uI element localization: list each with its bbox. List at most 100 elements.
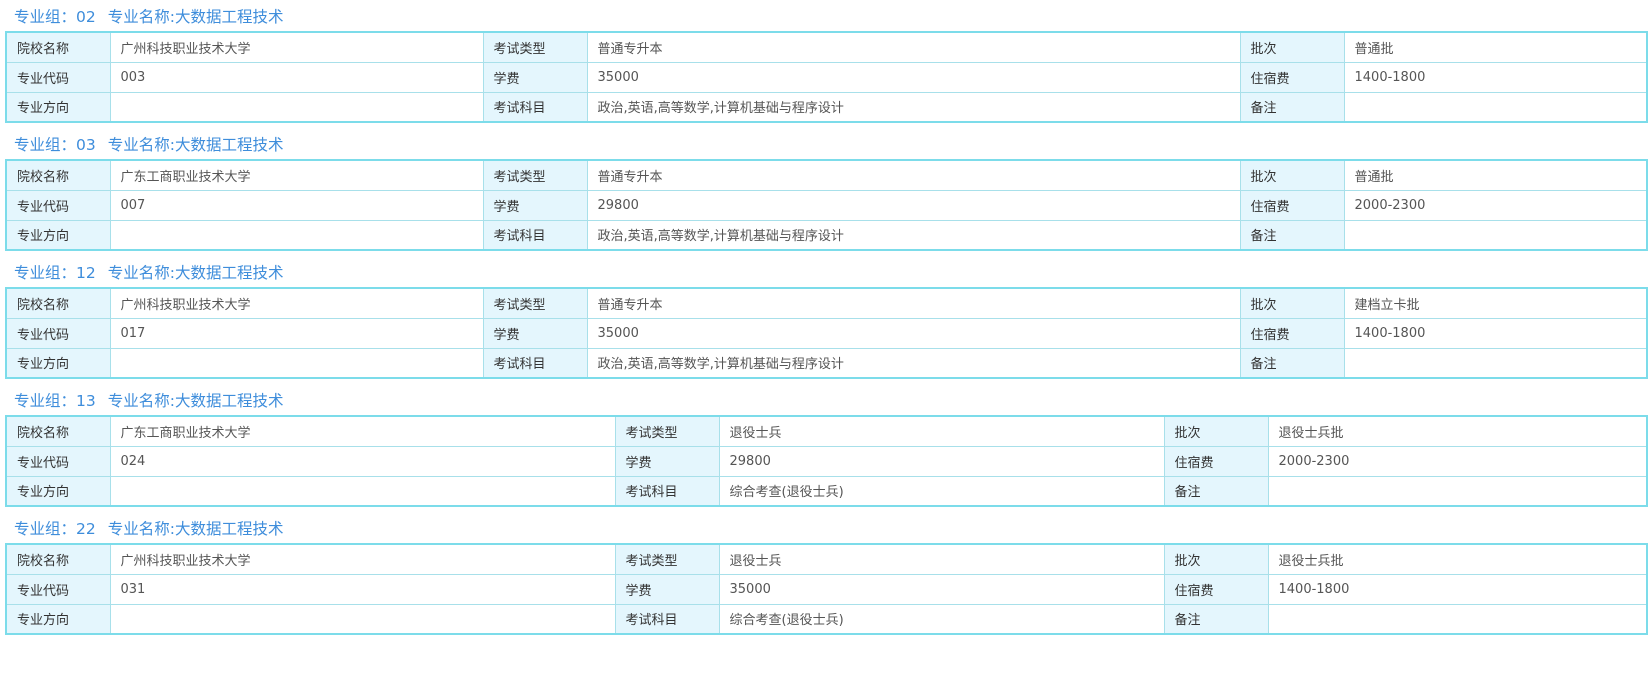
remark-value bbox=[1343, 219, 1648, 251]
exam-type-label: 考试类型 bbox=[482, 287, 588, 319]
school-label: 院校名称 bbox=[5, 543, 111, 575]
exam-type-value: 退役士兵 bbox=[718, 415, 1165, 447]
dorm-fee-label: 住宿费 bbox=[1239, 317, 1345, 349]
exam-type-value: 普通专升本 bbox=[586, 287, 1241, 319]
table-row: 专业方向 考试科目 政治,英语,高等数学,计算机基础与程序设计 备注 bbox=[5, 91, 1648, 123]
major-info-table: 院校名称 广州科技职业技术大学 考试类型 退役士兵 批次 退役士兵批 专业代码 … bbox=[5, 543, 1648, 635]
group-title: 专业组：02 专业名称:大数据工程技术 bbox=[14, 7, 283, 27]
remark-label: 备注 bbox=[1239, 91, 1345, 123]
major-code-value: 031 bbox=[109, 573, 616, 605]
batch-label: 批次 bbox=[1239, 287, 1345, 319]
dorm-fee-label: 住宿费 bbox=[1239, 61, 1345, 93]
direction-value bbox=[109, 91, 484, 123]
exam-type-value: 普通专升本 bbox=[586, 159, 1241, 191]
major-name: 专业名称:大数据工程技术 bbox=[107, 264, 284, 282]
tuition-label: 学费 bbox=[482, 61, 588, 93]
subjects-value: 政治,英语,高等数学,计算机基础与程序设计 bbox=[586, 347, 1241, 379]
batch-value: 退役士兵批 bbox=[1267, 415, 1648, 447]
tuition-value: 35000 bbox=[718, 573, 1165, 605]
table-row: 专业方向 考试科目 政治,英语,高等数学,计算机基础与程序设计 备注 bbox=[5, 219, 1648, 251]
table-row: 专业代码 031 学费 35000 住宿费 1400-1800 bbox=[5, 573, 1648, 605]
direction-label: 专业方向 bbox=[5, 347, 111, 379]
remark-value bbox=[1267, 603, 1648, 635]
exam-type-value: 退役士兵 bbox=[718, 543, 1165, 575]
dorm-fee-label: 住宿费 bbox=[1163, 573, 1269, 605]
direction-value bbox=[109, 603, 616, 635]
tuition-value: 35000 bbox=[586, 317, 1241, 349]
dorm-fee-value: 1400-1800 bbox=[1267, 573, 1648, 605]
batch-value: 普通批 bbox=[1343, 31, 1648, 63]
remark-value bbox=[1343, 91, 1648, 123]
remark-value bbox=[1267, 475, 1648, 507]
table-row: 专业方向 考试科目 综合考查(退役士兵) 备注 bbox=[5, 603, 1648, 635]
major-code-value: 017 bbox=[109, 317, 484, 349]
school-label: 院校名称 bbox=[5, 415, 111, 447]
major-code-label: 专业代码 bbox=[5, 189, 111, 221]
batch-label: 批次 bbox=[1163, 415, 1269, 447]
major-name: 专业名称:大数据工程技术 bbox=[107, 136, 284, 154]
direction-value bbox=[109, 475, 616, 507]
major-code-value: 007 bbox=[109, 189, 484, 221]
batch-value: 普通批 bbox=[1343, 159, 1648, 191]
subjects-label: 考试科目 bbox=[614, 603, 720, 635]
school-label: 院校名称 bbox=[5, 31, 111, 63]
table-row: 专业代码 003 学费 35000 住宿费 1400-1800 bbox=[5, 61, 1648, 93]
tuition-label: 学费 bbox=[614, 573, 720, 605]
exam-type-label: 考试类型 bbox=[482, 159, 588, 191]
major-code-label: 专业代码 bbox=[5, 445, 111, 477]
dorm-fee-label: 住宿费 bbox=[1163, 445, 1269, 477]
remark-label: 备注 bbox=[1163, 475, 1269, 507]
dorm-fee-value: 1400-1800 bbox=[1343, 61, 1648, 93]
direction-value bbox=[109, 347, 484, 379]
table-row: 专业代码 024 学费 29800 住宿费 2000-2300 bbox=[5, 445, 1648, 477]
school-value: 广东工商职业技术大学 bbox=[109, 415, 616, 447]
exam-type-label: 考试类型 bbox=[614, 415, 720, 447]
table-row: 专业方向 考试科目 综合考查(退役士兵) 备注 bbox=[5, 475, 1648, 507]
school-value: 广州科技职业技术大学 bbox=[109, 287, 484, 319]
subjects-value: 综合考查(退役士兵) bbox=[718, 475, 1165, 507]
major-code-label: 专业代码 bbox=[5, 573, 111, 605]
table-row: 院校名称 广东工商职业技术大学 考试类型 退役士兵 批次 退役士兵批 bbox=[5, 415, 1648, 447]
group-number: 专业组：12 bbox=[14, 264, 96, 282]
direction-label: 专业方向 bbox=[5, 603, 111, 635]
table-row: 专业代码 007 学费 29800 住宿费 2000-2300 bbox=[5, 189, 1648, 221]
table-row: 院校名称 广州科技职业技术大学 考试类型 普通专升本 批次 建档立卡批 bbox=[5, 287, 1648, 319]
group-number: 专业组：03 bbox=[14, 136, 96, 154]
batch-value: 建档立卡批 bbox=[1343, 287, 1648, 319]
batch-label: 批次 bbox=[1239, 31, 1345, 63]
dorm-fee-label: 住宿费 bbox=[1239, 189, 1345, 221]
table-row: 院校名称 广东工商职业技术大学 考试类型 普通专升本 批次 普通批 bbox=[5, 159, 1648, 191]
table-row: 专业代码 017 学费 35000 住宿费 1400-1800 bbox=[5, 317, 1648, 349]
group-title: 专业组：13 专业名称:大数据工程技术 bbox=[14, 391, 283, 411]
major-code-value: 024 bbox=[109, 445, 616, 477]
school-label: 院校名称 bbox=[5, 287, 111, 319]
batch-value: 退役士兵批 bbox=[1267, 543, 1648, 575]
remark-label: 备注 bbox=[1239, 347, 1345, 379]
dorm-fee-value: 2000-2300 bbox=[1267, 445, 1648, 477]
school-label: 院校名称 bbox=[5, 159, 111, 191]
direction-label: 专业方向 bbox=[5, 219, 111, 251]
tuition-label: 学费 bbox=[482, 317, 588, 349]
major-code-value: 003 bbox=[109, 61, 484, 93]
major-info-table: 院校名称 广州科技职业技术大学 考试类型 普通专升本 批次 普通批 专业代码 0… bbox=[5, 31, 1648, 123]
batch-label: 批次 bbox=[1239, 159, 1345, 191]
subjects-label: 考试科目 bbox=[482, 219, 588, 251]
subjects-value: 政治,英语,高等数学,计算机基础与程序设计 bbox=[586, 219, 1241, 251]
exam-type-label: 考试类型 bbox=[482, 31, 588, 63]
group-number: 专业组：22 bbox=[14, 520, 96, 538]
school-value: 广州科技职业技术大学 bbox=[109, 31, 484, 63]
tuition-value: 29800 bbox=[718, 445, 1165, 477]
direction-label: 专业方向 bbox=[5, 475, 111, 507]
school-value: 广州科技职业技术大学 bbox=[109, 543, 616, 575]
major-code-label: 专业代码 bbox=[5, 317, 111, 349]
group-number: 专业组：13 bbox=[14, 392, 96, 410]
group-number: 专业组：02 bbox=[14, 8, 96, 26]
major-info-table: 院校名称 广东工商职业技术大学 考试类型 普通专升本 批次 普通批 专业代码 0… bbox=[5, 159, 1648, 251]
subjects-label: 考试科目 bbox=[614, 475, 720, 507]
school-value: 广东工商职业技术大学 bbox=[109, 159, 484, 191]
table-row: 院校名称 广州科技职业技术大学 考试类型 普通专升本 批次 普通批 bbox=[5, 31, 1648, 63]
major-name: 专业名称:大数据工程技术 bbox=[107, 520, 284, 538]
major-info-table: 院校名称 广东工商职业技术大学 考试类型 退役士兵 批次 退役士兵批 专业代码 … bbox=[5, 415, 1648, 507]
remark-label: 备注 bbox=[1163, 603, 1269, 635]
subjects-label: 考试科目 bbox=[482, 347, 588, 379]
